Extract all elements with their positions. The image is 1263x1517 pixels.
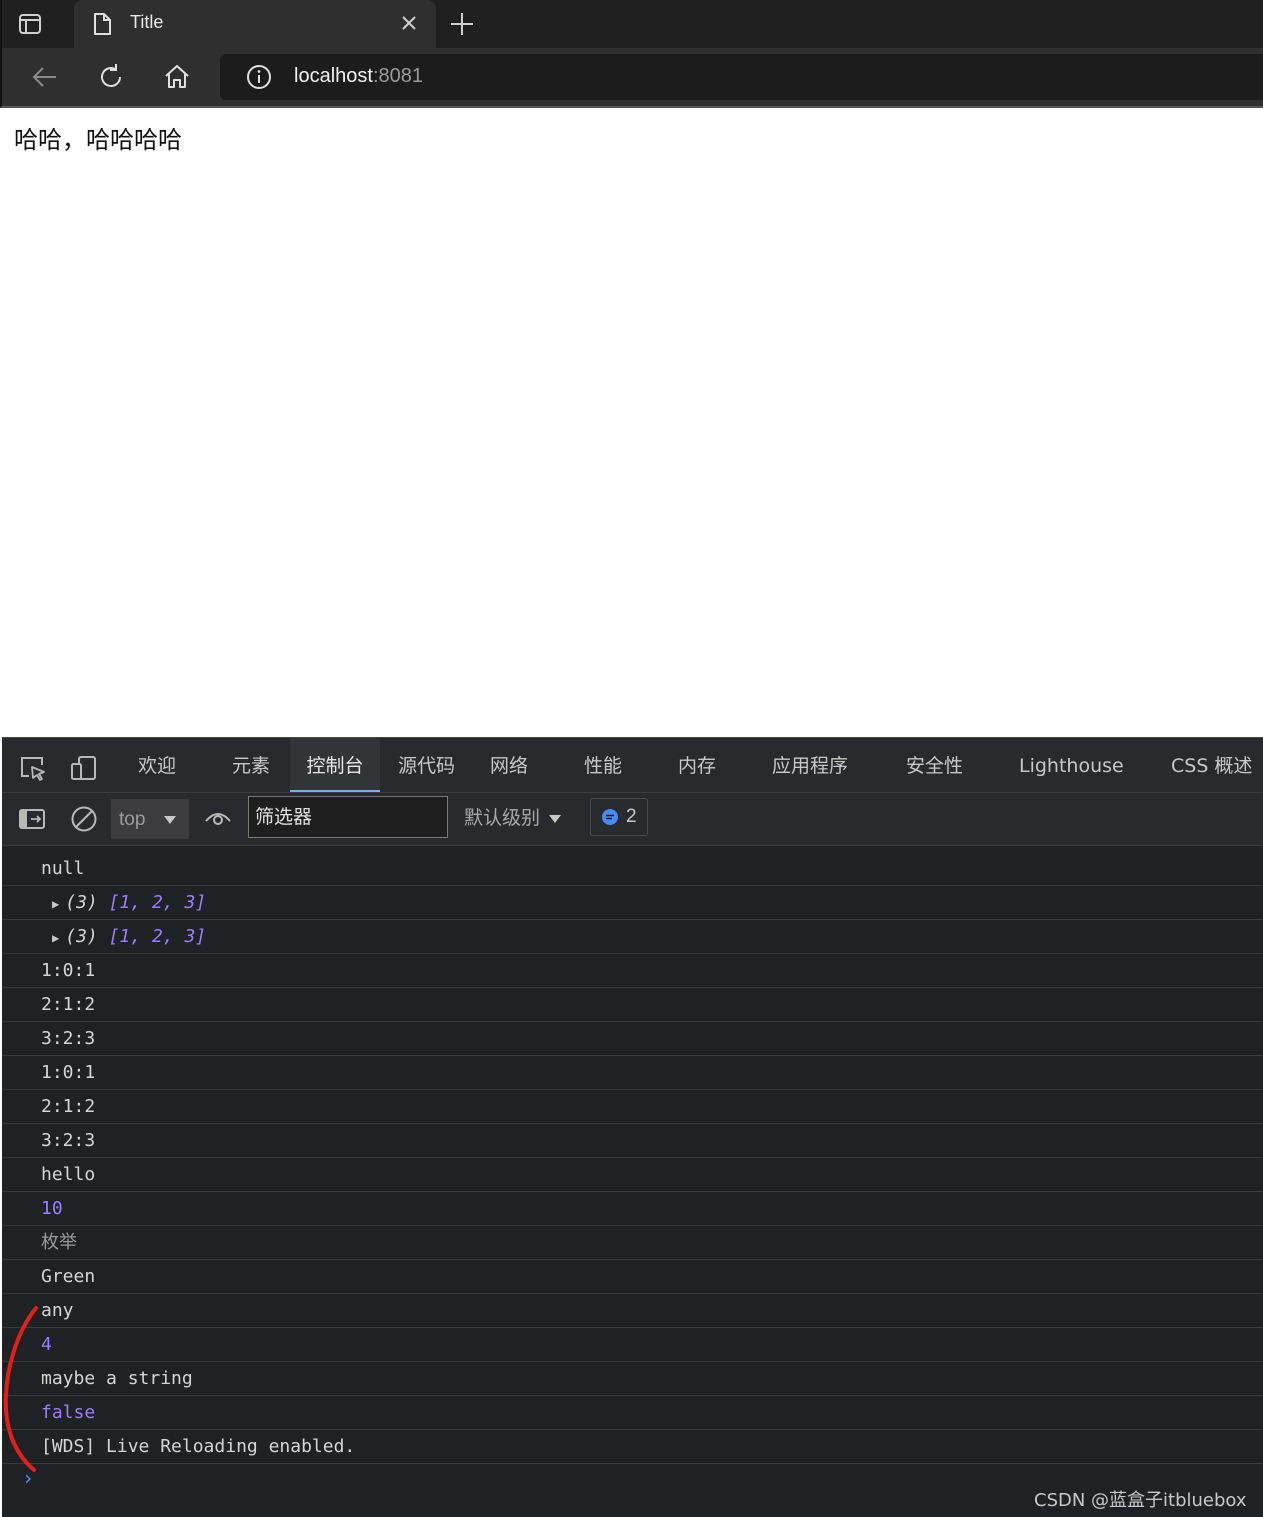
address-bar-row: localhost:8081 — [0, 48, 1263, 108]
expand-triangle-icon[interactable]: ▶ — [52, 922, 59, 955]
issues-counter-button[interactable]: 2 — [590, 798, 648, 836]
console-output: null ▶ (3) [1, 2, 3] ▶ (3) [1, 2, 3] 1:0:1… — [2, 852, 1263, 1464]
console-message: 10 — [2, 1192, 1263, 1226]
url-host: localhost — [294, 65, 373, 87]
log-levels-label: 默认级别 — [464, 807, 541, 829]
log-levels-dropdown[interactable]: 默认级别 — [464, 803, 562, 830]
clear-console-icon[interactable] — [70, 805, 98, 833]
chevron-down-icon — [164, 816, 176, 824]
chevron-down-icon — [549, 814, 562, 823]
array-length: (3) — [65, 892, 109, 913]
browser-tab-strip: Title — [0, 0, 1263, 48]
console-toolbar: top 默认级别 2 — [2, 793, 1263, 846]
inspect-element-icon[interactable] — [18, 754, 46, 782]
tab-application[interactable]: 应用程序 — [760, 738, 860, 792]
console-message: [WDS] Live Reloading enabled. — [2, 1430, 1263, 1464]
browser-tab[interactable]: Title — [74, 0, 436, 48]
home-icon[interactable] — [162, 62, 192, 92]
url-port: :8081 — [372, 65, 423, 87]
devtools-tab-bar: 欢迎 元素 控制台 源代码 网络 性能 内存 应用程序 安全性 Lighthou… — [2, 738, 1263, 793]
console-message: 1:0:1 — [2, 1056, 1263, 1090]
url-text: localhost:8081 — [294, 65, 423, 88]
new-tab-icon[interactable] — [448, 10, 476, 38]
tab-css-overview[interactable]: CSS 概述 — [1159, 738, 1263, 792]
console-message: 1:0:1 — [2, 954, 1263, 988]
url-bar[interactable]: localhost:8081 — [220, 54, 1263, 100]
red-annotation-bracket — [3, 1306, 38, 1472]
close-tab-icon[interactable] — [400, 14, 418, 37]
array-values: [1, 2, 3] — [108, 892, 207, 913]
tab-console[interactable]: 控制台 — [290, 738, 380, 792]
tab-welcome[interactable]: 欢迎 — [126, 738, 188, 792]
console-message: any — [2, 1294, 1263, 1328]
tab-actions-icon[interactable] — [16, 10, 44, 38]
reload-icon[interactable] — [96, 62, 126, 92]
devtools-panel: 欢迎 元素 控制台 源代码 网络 性能 内存 应用程序 安全性 Lighthou… — [2, 737, 1263, 1517]
tab-performance[interactable]: 性能 — [572, 738, 634, 792]
back-icon[interactable] — [30, 62, 60, 92]
tab-elements[interactable]: 元素 — [220, 738, 282, 792]
tab-security[interactable]: 安全性 — [894, 738, 975, 792]
tab-sources[interactable]: 源代码 — [386, 738, 467, 792]
tab-memory[interactable]: 内存 — [666, 738, 728, 792]
console-message: Green — [2, 1260, 1263, 1294]
console-message: 2:1:2 — [2, 988, 1263, 1022]
tab-title: Title — [130, 12, 164, 32]
site-info-icon[interactable] — [246, 64, 272, 95]
tab-lighthouse[interactable]: Lighthouse — [1007, 738, 1136, 792]
console-message: 3:2:3 — [2, 1124, 1263, 1158]
console-filter-input[interactable] — [248, 796, 448, 838]
console-message: null — [2, 852, 1263, 886]
show-sidebar-icon[interactable] — [18, 805, 46, 833]
console-message: 2:1:2 — [2, 1090, 1263, 1124]
console-message: maybe a string — [2, 1362, 1263, 1396]
console-message: false — [2, 1396, 1263, 1430]
page-icon — [92, 12, 112, 41]
console-message: 4 — [2, 1328, 1263, 1362]
tab-network[interactable]: 网络 — [478, 738, 540, 792]
console-array-message[interactable]: ▶ (3) [1, 2, 3] — [2, 920, 1263, 954]
device-toolbar-icon[interactable] — [70, 754, 98, 782]
message-icon — [602, 809, 618, 825]
console-message: 枚举 — [2, 1226, 1263, 1260]
array-values: [1, 2, 3] — [108, 926, 207, 947]
live-expression-eye-icon[interactable] — [204, 805, 232, 833]
issues-count: 2 — [626, 806, 637, 827]
console-message: 3:2:3 — [2, 1022, 1263, 1056]
console-message: hello — [2, 1158, 1263, 1192]
page-body-text: 哈哈，哈哈哈哈 — [14, 126, 182, 154]
array-length: (3) — [65, 926, 109, 947]
console-array-message[interactable]: ▶ (3) [1, 2, 3] — [2, 886, 1263, 920]
expand-triangle-icon[interactable]: ▶ — [52, 888, 59, 921]
watermark: CSDN @蓝盒子itbluebox — [1034, 1490, 1247, 1511]
context-selector[interactable]: top — [111, 799, 189, 839]
context-selector-label: top — [119, 809, 146, 830]
